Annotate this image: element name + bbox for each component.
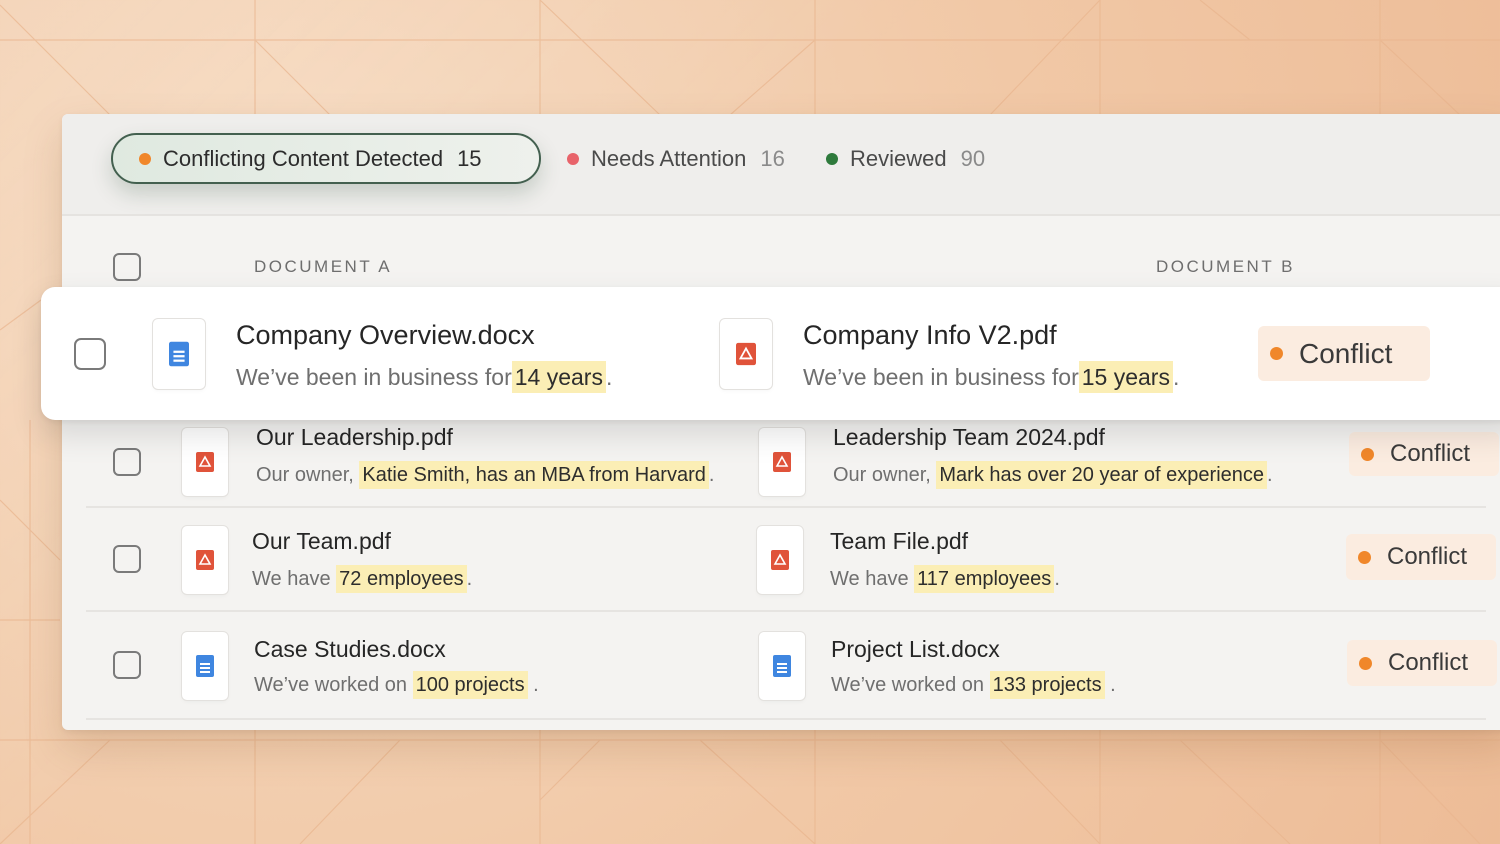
filter-conflicting-content[interactable]: Conflicting Content Detected 15 — [111, 133, 541, 184]
table-row[interactable]: Our Leadership.pdf Our owner, Katie Smit… — [86, 420, 1499, 508]
pdf-file-icon — [182, 526, 228, 594]
snippet-text: Our owner, — [256, 464, 354, 486]
orange-dot-icon — [1361, 447, 1374, 461]
document-b-filename[interactable]: Company Info V2.pdf — [803, 320, 1057, 351]
highlighted-text: 133 projects — [989, 671, 1105, 699]
table-row[interactable]: Case Studies.docx We’ve worked on 100 pr… — [86, 610, 1497, 720]
snippet-suffix: . — [1267, 464, 1273, 486]
snippet-text: We’ve worked on — [254, 674, 408, 696]
document-a-filename[interactable]: Company Overview.docx — [236, 320, 535, 351]
filter-reviewed[interactable]: Reviewed 90 — [826, 146, 985, 172]
document-b-filename[interactable]: Project List.docx — [831, 636, 1000, 663]
filter-count: 90 — [960, 146, 986, 171]
table-header: DOCUMENT A DOCUMENT B — [62, 244, 1500, 284]
document-b-snippet: We have 117 employees. — [830, 565, 1060, 593]
red-dot-icon — [567, 153, 579, 165]
document-a-snippet: We’ve been in business for 14 years. — [236, 361, 613, 393]
highlighted-text: Mark has over 20 year of experience — [936, 461, 1267, 489]
document-b-snippet: We’ve been in business for 15 years. — [803, 361, 1180, 393]
highlighted-text: Katie Smith, has an MBA from Harvard — [359, 461, 709, 489]
filter-needs-attention[interactable]: Needs Attention 16 — [567, 146, 785, 172]
table-row[interactable]: Our Team.pdf We have 72 employees. Team … — [86, 506, 1496, 612]
highlighted-text: 117 employees — [914, 565, 1055, 593]
orange-dot-icon — [1359, 656, 1372, 670]
doc-file-icon — [182, 632, 228, 700]
highlighted-text: 72 employees — [336, 565, 467, 593]
filter-count: 15 — [457, 145, 482, 171]
document-a-snippet: We’ve worked on 100 projects . — [254, 671, 539, 699]
document-a-filename[interactable]: Our Leadership.pdf — [256, 424, 453, 451]
snippet-suffix: . — [466, 568, 473, 590]
doc-file-icon — [759, 632, 805, 700]
snippet-text: We have — [252, 568, 331, 590]
pdf-file-icon — [720, 319, 772, 389]
column-header-document-b: DOCUMENT B — [1156, 257, 1295, 276]
select-all-checkbox[interactable] — [113, 253, 141, 281]
pdf-file-icon — [757, 526, 803, 594]
row-checkbox[interactable] — [113, 651, 141, 679]
snippet-suffix: . — [708, 464, 715, 486]
status-label: Conflict — [1388, 649, 1469, 676]
filter-label: Reviewed — [850, 146, 947, 171]
status-label: Conflict — [1387, 543, 1468, 570]
document-a-snippet: Our owner, Katie Smith, has an MBA from … — [256, 461, 715, 489]
snippet-suffix: . — [1054, 568, 1060, 590]
document-a-filename[interactable]: Case Studies.docx — [254, 636, 446, 663]
filter-label: Conflicting Content Detected — [163, 145, 444, 171]
snippet-text: We’ve been in business for — [236, 364, 512, 390]
snippet-text: We’ve worked on — [831, 674, 985, 696]
conflict-status-badge[interactable]: Conflict — [1258, 326, 1430, 381]
doc-file-icon — [153, 319, 205, 389]
snippet-suffix: . — [1172, 364, 1180, 390]
pdf-file-icon — [759, 428, 805, 496]
filter-label: Needs Attention — [591, 146, 747, 171]
conflict-status-badge[interactable]: Conflict — [1347, 640, 1497, 686]
snippet-text: Our owner, — [833, 464, 931, 486]
status-label: Conflict — [1390, 440, 1471, 467]
highlighted-text: 14 years — [511, 361, 606, 393]
highlighted-text: 15 years — [1078, 361, 1173, 393]
snippet-text: We have — [830, 568, 909, 590]
snippet-suffix: . — [533, 674, 539, 696]
document-comparison-panel: Conflicting Content Detected 15 Needs At… — [62, 114, 1500, 730]
filter-count: 16 — [760, 146, 785, 171]
green-dot-icon — [826, 153, 838, 165]
document-b-snippet: We’ve worked on 133 projects . — [831, 671, 1116, 699]
snippet-suffix: . — [605, 364, 613, 390]
conflict-status-badge[interactable]: Conflict — [1346, 534, 1496, 580]
pdf-file-icon — [182, 428, 228, 496]
document-a-filename[interactable]: Our Team.pdf — [252, 528, 391, 555]
status-label: Conflict — [1299, 337, 1393, 369]
column-header-document-a: DOCUMENT A — [254, 257, 393, 276]
table-row-active[interactable]: Company Overview.docx We’ve been in busi… — [41, 287, 1500, 420]
document-b-filename[interactable]: Leadership Team 2024.pdf — [833, 424, 1105, 451]
document-b-snippet: Our owner, Mark has over 20 year of expe… — [833, 461, 1273, 489]
document-a-snippet: We have 72 employees. — [252, 565, 473, 593]
highlighted-text: 100 projects — [412, 671, 528, 699]
status-filter-bar: Conflicting Content Detected 15 Needs At… — [62, 114, 1500, 216]
document-b-filename[interactable]: Team File.pdf — [830, 528, 968, 555]
snippet-suffix: . — [1110, 674, 1116, 696]
orange-dot-icon — [139, 152, 151, 165]
row-checkbox[interactable] — [74, 338, 106, 370]
orange-dot-icon — [1358, 550, 1371, 564]
row-checkbox[interactable] — [113, 448, 141, 476]
conflict-status-badge[interactable]: Conflict — [1349, 432, 1499, 476]
row-checkbox[interactable] — [113, 545, 141, 573]
snippet-text: We’ve been in business for — [803, 364, 1079, 390]
orange-dot-icon — [1270, 347, 1283, 360]
